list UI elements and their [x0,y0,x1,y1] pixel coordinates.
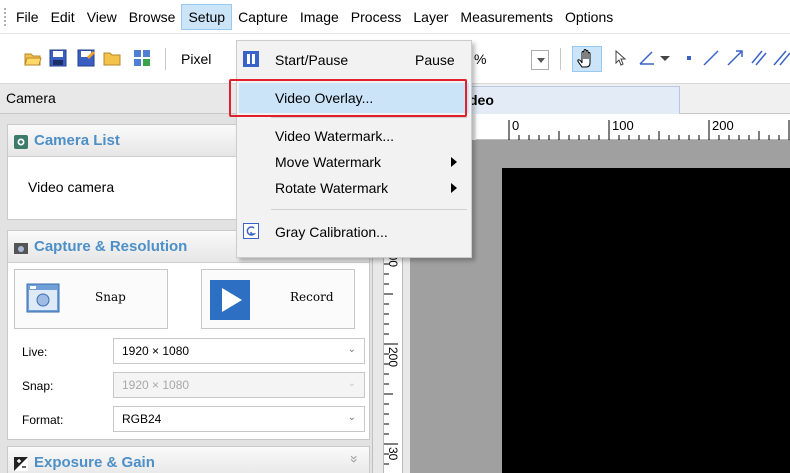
capture-resolution-title: Capture & Resolution [34,238,188,255]
menu-item-rotate-watermark[interactable]: Rotate Watermark [239,173,469,203]
document-tab[interactable]: deo [462,86,680,114]
line-tool-icon[interactable] [702,49,720,67]
h-ruler-label-200: 200 [712,118,734,133]
parallel-line-tool-icon[interactable] [750,49,768,67]
camera-list-item[interactable]: Video camera [28,179,114,195]
h-ruler-label-100: 100 [612,118,634,133]
menu-process[interactable]: Process [345,4,408,30]
menu-item-start-pause[interactable]: Start/Pause Pause [239,45,469,75]
capture-resolution-section: Capture & Resolution Snap Record Live: 1… [7,230,370,440]
record-play-icon [210,280,250,320]
menu-measurements[interactable]: Measurements [454,4,559,30]
exposure-gain-header[interactable]: Exposure & Gain » [8,447,369,473]
format-select[interactable]: RGB24 ⌄ [113,406,365,432]
menu-separator [271,117,467,118]
video-watermark-label: Video Watermark... [275,128,395,144]
move-watermark-label: Move Watermark [275,154,382,170]
collapse-chevron-icon[interactable]: » [347,455,363,463]
camera-list-title: Camera List [34,132,120,149]
callout-highlight-box [229,79,467,117]
menu-view[interactable]: View [81,4,123,30]
menu-edit[interactable]: Edit [45,4,81,30]
open-icon[interactable] [24,49,42,67]
format-label: Format: [22,413,64,427]
snap-button-label: Snap [95,290,126,304]
toolbar-separator [165,48,166,70]
format-value: RGB24 [122,412,162,426]
v-ruler-label-300: 30 [386,447,400,461]
v-ruler-label-200: 200 [386,347,400,368]
pause-icon [243,51,259,67]
toolbar-separator [560,48,561,70]
menu-options[interactable]: Options [559,4,619,30]
save-as-icon[interactable] [77,49,95,67]
gray-calibration-icon [243,223,259,239]
exposure-gain-title: Exposure & Gain [34,454,155,471]
zoom-percent: % [474,51,487,67]
menu-file[interactable]: File [10,4,45,30]
pan-tool-button[interactable] [572,46,602,72]
capture-resolution-icon [14,243,28,254]
chevron-down-icon: ⌄ [347,378,356,389]
submenu-arrow-icon [451,157,457,167]
menu-browse[interactable]: Browse [123,4,182,30]
snap-resolution-label: Snap: [22,379,54,393]
menu-image[interactable]: Image [294,4,345,30]
multi-line-tool-icon[interactable] [772,49,790,67]
start-pause-shortcut: Pause [415,52,455,68]
menu-layer[interactable]: Layer [407,4,454,30]
angle-dropdown-icon[interactable] [656,49,674,67]
unit-label[interactable]: Pixel [181,51,211,67]
h-ruler-label-0: 0 [512,118,520,133]
exposure-gain-section: Exposure & Gain » [7,446,370,473]
hand-icon [577,49,591,68]
zoom-dropdown-arrow[interactable] [531,50,549,70]
snap-resolution-select[interactable]: 1920 × 1080 ⌄ [113,372,365,398]
folder-icon[interactable] [103,49,121,67]
record-button-label: Record [290,290,334,304]
live-resolution-label: Live: [22,345,48,359]
menu-item-gray-calibration[interactable]: Gray Calibration... [239,217,469,247]
rotate-watermark-label: Rotate Watermark [275,180,389,196]
pointer-icon[interactable] [612,49,630,67]
menu-separator [271,209,467,210]
menu-setup[interactable]: Setup [181,3,233,30]
chevron-down-icon: ⌄ [347,412,356,423]
horizontal-ruler: 0 100 200 [476,114,790,140]
submenu-arrow-icon [451,183,457,193]
video-canvas[interactable] [502,168,790,473]
grid-view-icon[interactable] [133,49,151,67]
exposure-icon [14,457,28,471]
live-resolution-select[interactable]: 1920 × 1080 ⌄ [113,338,365,364]
menu-capture[interactable]: Capture [232,4,294,30]
start-pause-label: Start/Pause [275,52,349,68]
menubar: File Edit View Browse Setup Capture Imag… [0,0,790,34]
snap-button[interactable]: Snap [14,269,168,329]
angle-tool-icon[interactable] [638,49,656,67]
arrow-line-tool-icon[interactable] [726,49,744,67]
snap-resolution-value: 1920 × 1080 [122,378,190,392]
snap-camera-icon [26,283,60,313]
camera-list-icon [14,135,28,149]
save-icon[interactable] [49,49,67,67]
live-resolution-value: 1920 × 1080 [122,344,190,358]
point-tool-icon[interactable] [680,49,698,67]
record-button[interactable]: Record [201,269,355,329]
setup-menu: Start/Pause Pause Video Overlay... Video… [236,40,472,258]
gray-calibration-label: Gray Calibration... [275,224,388,240]
chevron-down-icon: ⌄ [347,344,356,355]
